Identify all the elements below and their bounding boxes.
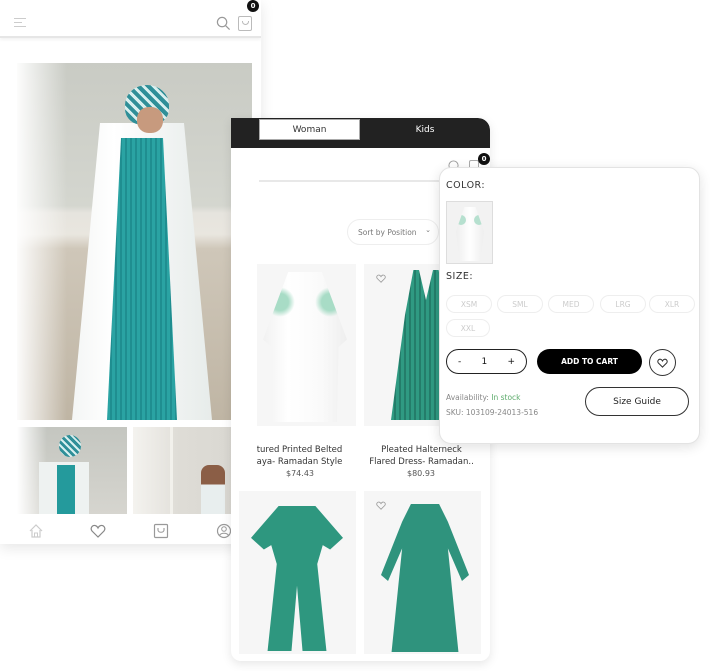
product-price: $74.43: [286, 469, 314, 478]
quantity-stepper: - 1 +: [446, 349, 527, 374]
size-option-xlr[interactable]: XLR: [649, 295, 695, 313]
category-tabs: Woman Kids: [231, 118, 490, 148]
product-card[interactable]: [364, 491, 481, 654]
sort-dropdown[interactable]: Sort by Position ⌄: [347, 219, 439, 245]
heart-icon: [657, 358, 668, 368]
product-image: [251, 506, 343, 651]
size-option-xxl[interactable]: XXL: [446, 319, 490, 337]
size-guide-button[interactable]: Size Guide: [585, 387, 689, 416]
tab-woman[interactable]: Woman: [259, 119, 360, 140]
availability-label: Availability:: [446, 393, 489, 402]
wishlist-button[interactable]: [649, 349, 676, 376]
wishlist-heart-icon[interactable]: [376, 501, 386, 510]
chevron-down-icon: ⌄: [425, 226, 431, 234]
wishlist-heart-icon[interactable]: [376, 274, 386, 283]
availability: Availability: In stock: [446, 393, 521, 402]
bag-icon[interactable]: [153, 523, 169, 539]
product-image: [381, 504, 469, 652]
search-icon[interactable]: [216, 16, 231, 31]
sku-text: SKU: 103109-24013-516: [446, 408, 539, 417]
size-option-lrg[interactable]: LRG: [600, 295, 646, 313]
home-icon[interactable]: [28, 523, 44, 539]
product-image: [263, 272, 347, 422]
product-card[interactable]: [239, 491, 356, 654]
hamburger-menu-icon[interactable]: [14, 18, 26, 28]
product-name-line: tured Printed Belted: [256, 445, 343, 455]
cart-count-badge: 0: [478, 153, 490, 165]
heart-icon[interactable]: [90, 523, 106, 539]
quick-view-panel: COLOR: SIZE: XSM SML MED LRG XLR XXL - 1…: [439, 167, 700, 444]
size-option-xsm[interactable]: XSM: [446, 295, 492, 313]
shopping-bag-icon[interactable]: [238, 16, 252, 31]
top-header: [0, 10, 261, 38]
color-swatch[interactable]: [446, 201, 493, 264]
availability-status: In stock: [491, 393, 521, 402]
product-name-line: Flared Dress- Ramadan..: [369, 457, 474, 467]
increment-button[interactable]: +: [507, 357, 515, 367]
size-option-sml[interactable]: SML: [497, 295, 543, 313]
color-label: COLOR:: [446, 180, 486, 191]
size-label: SIZE:: [446, 271, 474, 282]
user-icon[interactable]: [216, 523, 232, 539]
product-detail-screen: 0: [0, 0, 261, 544]
product-card[interactable]: [257, 264, 356, 426]
bottom-tab-bar: [0, 516, 261, 544]
size-option-med[interactable]: MED: [548, 295, 594, 313]
sort-label: Sort by Position: [358, 227, 417, 237]
decrement-button[interactable]: -: [458, 357, 461, 367]
product-price: $80.93: [407, 469, 435, 478]
product-name-line: aya- Ramadan Style: [256, 457, 343, 467]
add-to-cart-button[interactable]: ADD TO CART: [537, 349, 642, 374]
product-name[interactable]: Pleated Halterneck Flared Dress- Ramadan…: [359, 444, 484, 468]
product-name-line: Pleated Halterneck: [381, 445, 462, 455]
cart-count-badge: 0: [247, 0, 259, 12]
thumbnail-image-1[interactable]: [17, 427, 127, 514]
quantity-value[interactable]: 1: [481, 357, 487, 367]
product-name[interactable]: tured Printed Belted aya- Ramadan Style: [237, 444, 362, 468]
hero-product-image[interactable]: [17, 63, 252, 420]
tab-kids[interactable]: Kids: [360, 119, 490, 140]
